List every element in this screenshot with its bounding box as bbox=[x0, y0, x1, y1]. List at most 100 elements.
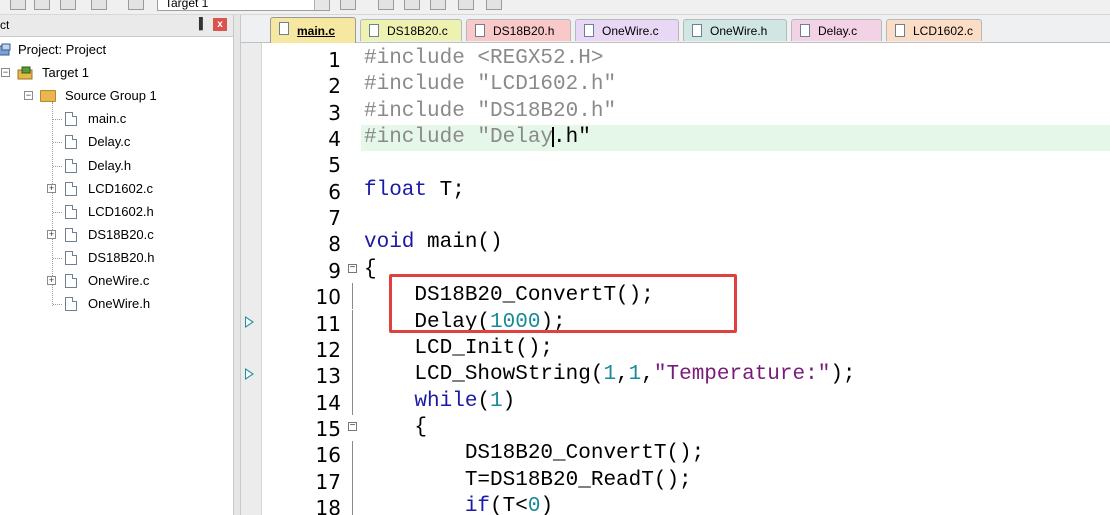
toolbar-button-icon[interactable] bbox=[458, 0, 474, 10]
code-line[interactable]: 5 bbox=[241, 151, 1110, 177]
code-line[interactable]: 16 DS18B20_ConvertT(); bbox=[241, 441, 1110, 468]
tree-connector-line bbox=[53, 257, 62, 259]
close-icon[interactable]: x bbox=[213, 18, 227, 31]
code-text: #include <REGX52.H> bbox=[364, 47, 604, 70]
line-number: 15 bbox=[315, 416, 341, 441]
tree-file-item[interactable]: OneWire.h bbox=[0, 294, 230, 314]
code-text: while(1) bbox=[414, 389, 516, 413]
file-icon bbox=[475, 24, 485, 37]
toolbar-button-icon[interactable] bbox=[10, 0, 26, 10]
tab-onewire-c[interactable]: OneWire.c bbox=[575, 19, 679, 41]
expand-icon[interactable]: + bbox=[47, 276, 56, 285]
code-line[interactable]: 4 #include "Delay.h" bbox=[241, 125, 1110, 152]
tree-item-label: Delay.c bbox=[88, 134, 131, 150]
code-text: if(T<0) bbox=[464, 494, 554, 515]
line-number: 6 bbox=[328, 179, 341, 204]
chevron-down-icon[interactable] bbox=[314, 0, 329, 10]
tab-main-c[interactable]: main.c bbox=[270, 17, 356, 43]
tree-file-item[interactable]: LCD1602.h bbox=[0, 202, 230, 222]
line-number: 18 bbox=[315, 495, 341, 515]
expand-icon[interactable]: + bbox=[47, 229, 56, 239]
file-tab-bar: main.c DS18B20.c DS18B20.h OneWire.c OneWire… bbox=[241, 15, 1110, 43]
toolbar-button-icon[interactable] bbox=[378, 0, 394, 10]
file-icon bbox=[800, 24, 810, 37]
target-select-value: Target 1 bbox=[165, 0, 209, 10]
tree-file-item[interactable]: + LCD1602.c bbox=[0, 179, 230, 199]
target-select[interactable]: Target 1 bbox=[157, 0, 330, 11]
file-icon bbox=[584, 24, 594, 37]
toolbar-button-icon[interactable] bbox=[128, 0, 144, 10]
code-text: DS18B20_ConvertT(); bbox=[364, 442, 705, 466]
tree-file-item[interactable]: DS18B20.h bbox=[0, 248, 230, 268]
code-text: float T; bbox=[364, 178, 465, 202]
toolbar-button-icon[interactable] bbox=[404, 0, 420, 10]
tree-file-item[interactable]: Delay.h bbox=[0, 156, 230, 176]
toolbar-button-icon[interactable] bbox=[340, 0, 356, 10]
panel-splitter[interactable] bbox=[233, 15, 241, 515]
code-line[interactable]: 12 LCD_Init(); bbox=[241, 335, 1110, 363]
tree-file-item[interactable]: main.c bbox=[0, 109, 230, 129]
line-number: 10 bbox=[315, 285, 341, 310]
tree-group-item[interactable]: − Source Group 1 bbox=[0, 86, 230, 106]
code-line[interactable]: 14 while(1) bbox=[241, 388, 1110, 415]
toolbar-button-icon[interactable] bbox=[60, 0, 76, 10]
tab-lcd1602-c[interactable]: LCD1602.c bbox=[886, 19, 982, 41]
tree-item-label: OneWire.c bbox=[88, 273, 150, 288]
tab-ds18b20-h[interactable]: DS18B20.h bbox=[466, 19, 571, 41]
toolbar-button-icon[interactable] bbox=[91, 0, 107, 10]
toolbar-button-icon[interactable] bbox=[430, 0, 446, 10]
pin-icon[interactable]: ▐ bbox=[195, 18, 203, 30]
line-number: 9 bbox=[328, 258, 341, 283]
tab-delay-c[interactable]: Delay.c bbox=[791, 19, 882, 41]
tree-file-item[interactable]: + DS18B20.c bbox=[0, 225, 230, 245]
line-number: 11 bbox=[315, 311, 341, 336]
file-icon bbox=[65, 181, 77, 196]
code-line[interactable]: 6 float T; bbox=[241, 178, 1110, 204]
execution-arrow-icon[interactable] bbox=[245, 368, 254, 381]
collapse-icon[interactable]: − bbox=[24, 91, 33, 101]
tab-ds18b20-c[interactable]: DS18B20.c bbox=[360, 19, 462, 41]
code-line[interactable]: 3 #include "DS18B20.h" bbox=[241, 99, 1110, 125]
fold-guide-line bbox=[352, 309, 353, 336]
toolbar-button-icon[interactable] bbox=[34, 0, 50, 10]
tree-connector-line bbox=[53, 142, 62, 144]
file-icon bbox=[65, 204, 77, 219]
toolbar-button-icon[interactable] bbox=[486, 0, 502, 10]
expand-icon[interactable]: + bbox=[47, 183, 56, 193]
tab-label: Delay.c bbox=[818, 24, 858, 38]
tree-file-item[interactable]: + OneWire.c bbox=[0, 271, 230, 291]
code-line[interactable]: 18 if(T<0) bbox=[241, 493, 1110, 515]
execution-arrow-icon[interactable] bbox=[245, 315, 254, 328]
fold-toggle-icon[interactable]: − bbox=[348, 262, 357, 273]
tree-connector-line bbox=[53, 211, 62, 213]
fold-guide-line bbox=[352, 335, 353, 363]
tab-label: DS18B20.c bbox=[387, 24, 448, 38]
fold-toggle-icon[interactable]: − bbox=[348, 420, 357, 431]
collapse-icon[interactable]: − bbox=[1, 68, 10, 78]
tree-item-label: main.c bbox=[88, 111, 127, 127]
file-icon bbox=[65, 274, 77, 288]
tab-onewire-h[interactable]: OneWire.h bbox=[683, 19, 787, 41]
toolbar: Target 1 bbox=[0, 0, 1110, 15]
code-text: #include "DS18B20.h" bbox=[364, 99, 617, 123]
fold-guide-line bbox=[352, 467, 353, 494]
tab-label: OneWire.h bbox=[710, 24, 768, 38]
file-icon bbox=[65, 297, 77, 312]
target-icon bbox=[17, 66, 33, 80]
annotation-box bbox=[389, 274, 737, 333]
code-line[interactable]: 2 #include "LCD1602.h" bbox=[241, 72, 1110, 98]
code-line[interactable]: 1 #include <REGX52.H> bbox=[241, 46, 1110, 72]
tree-connector-line bbox=[53, 119, 62, 121]
tree-item-label: DS18B20.c bbox=[88, 226, 154, 242]
tree-target-item[interactable]: − Target 1 bbox=[0, 63, 230, 83]
code-line[interactable]: 8 void main() bbox=[241, 230, 1110, 256]
code-line[interactable]: 17 T=DS18B20_ReadT(); bbox=[241, 467, 1110, 494]
code-line[interactable]: 7 bbox=[241, 204, 1110, 230]
code-line[interactable]: 15− { bbox=[241, 415, 1110, 441]
file-icon bbox=[65, 158, 77, 173]
code-line[interactable]: 13 LCD_ShowString(1,1,"Temperature:"); bbox=[241, 362, 1110, 389]
tree-project-item[interactable]: Project: Project bbox=[0, 40, 230, 60]
tree-file-item[interactable]: Delay.c bbox=[0, 132, 230, 152]
line-number: 4 bbox=[328, 127, 341, 152]
fold-guide-line bbox=[352, 283, 353, 310]
